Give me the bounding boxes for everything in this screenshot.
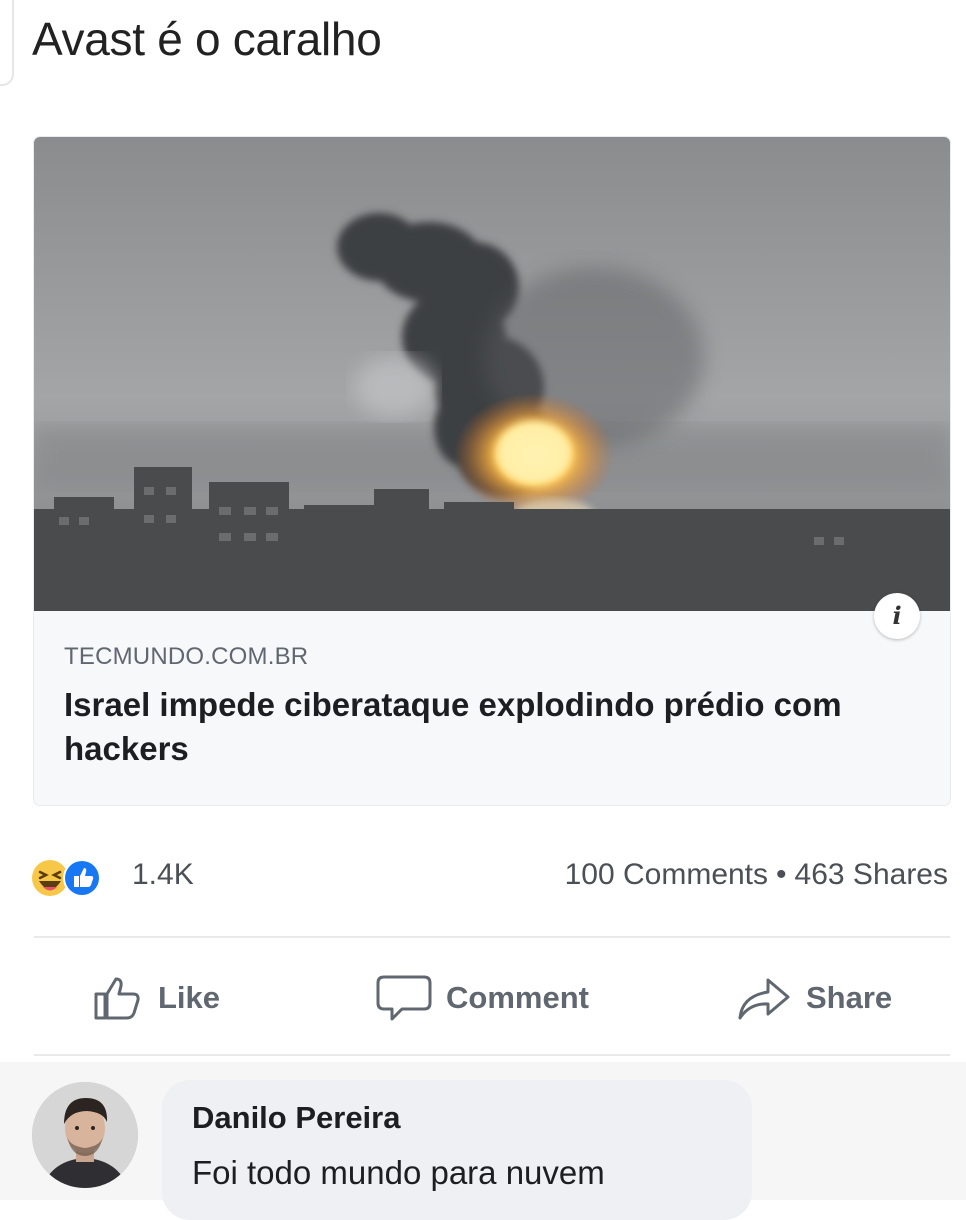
info-icon[interactable]: i [874, 593, 920, 639]
speech-bubble-icon [376, 975, 432, 1021]
like-reaction-icon [63, 859, 101, 897]
divider-top [34, 936, 950, 938]
link-title[interactable]: Israel impede ciberataque explodindo pré… [64, 683, 910, 771]
share-arrow-icon [738, 978, 790, 1020]
post-text: Avast é o caralho [32, 13, 382, 65]
previous-element-edge [0, 0, 14, 86]
comment-bubble[interactable]: Danilo Pereira Foi todo mundo para nuvem [162, 1080, 752, 1220]
avatar[interactable] [32, 1082, 138, 1188]
link-card-body: TECMUNDO.COM.BR Israel impede ciberataqu… [64, 643, 910, 771]
comment-button[interactable]: Comment [376, 970, 589, 1026]
reactions-summary: 1.4K 100 Comments • 463 Shares [30, 852, 948, 900]
comment: Danilo Pereira Foi todo mundo para nuvem [0, 1062, 966, 1220]
comments-count[interactable]: 100 Comments [565, 858, 768, 891]
comment-label: Comment [446, 980, 589, 1015]
link-domain: TECMUNDO.COM.BR [64, 643, 309, 670]
article-photo [34, 137, 950, 611]
shares-count[interactable]: 463 Shares [795, 858, 948, 891]
link-preview-card[interactable]: i TECMUNDO.COM.BR Israel impede ciberata… [34, 137, 950, 805]
separator-dot: • [776, 858, 787, 891]
like-label: Like [158, 980, 221, 1015]
share-button[interactable]: Share [736, 970, 892, 1026]
comment-author[interactable]: Danilo Pereira [192, 1100, 400, 1136]
user-photo [32, 1082, 138, 1188]
haha-reaction-icon [32, 860, 68, 896]
thumbs-up-icon [94, 977, 140, 1020]
like-button[interactable]: Like [92, 970, 220, 1026]
share-label: Share [806, 980, 893, 1015]
reaction-icons[interactable] [30, 856, 124, 900]
comment-text: Foi todo mundo para nuvem [192, 1154, 605, 1191]
engagement-counts: 100 Comments • 463 Shares [565, 858, 948, 892]
action-bar: Like Comment Share [0, 960, 966, 1036]
divider-bottom [34, 1054, 950, 1056]
reaction-count[interactable]: 1.4K [132, 858, 194, 892]
